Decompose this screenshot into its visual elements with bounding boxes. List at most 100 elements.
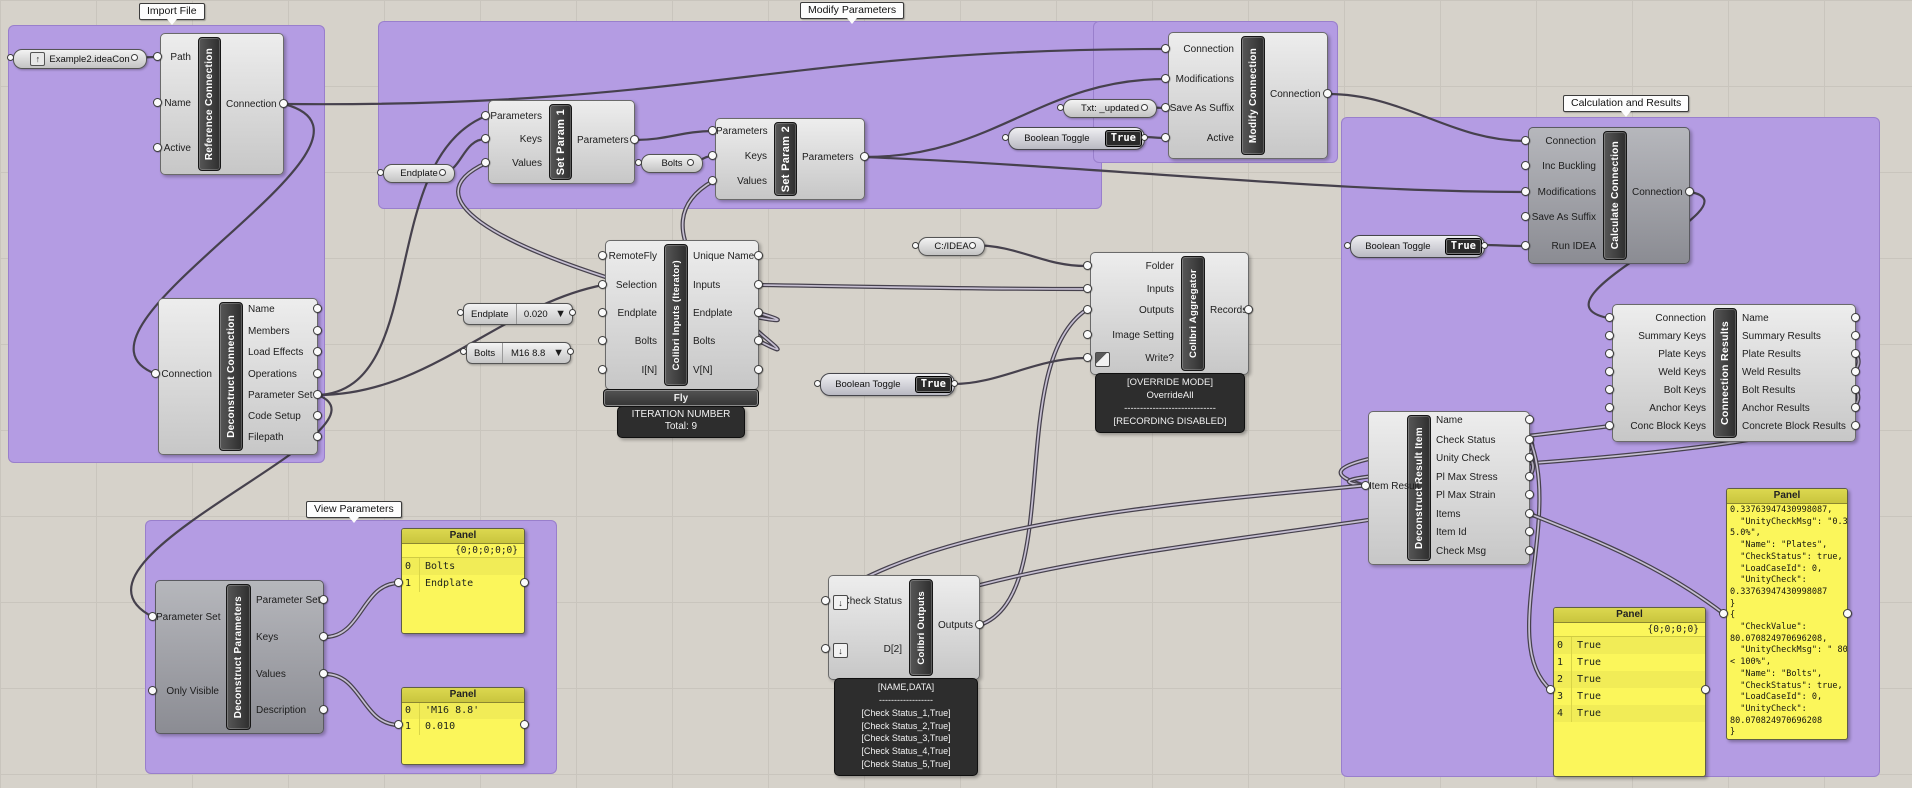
check-status-panel[interactable]: Panel{0;0;0;0}0True1True2True3True4True: [1553, 607, 1706, 777]
input-port-active[interactable]: [153, 143, 162, 152]
component-set-param-2[interactable]: Set Param 2ParametersKeysValuesParameter…: [715, 118, 865, 200]
input-port-name[interactable]: [153, 98, 162, 107]
wire[interactable]: [953, 358, 1086, 384]
input-port-connection[interactable]: [1605, 313, 1614, 322]
component-deconstruct-result-item[interactable]: Deconstruct Result ItemItem ResultNameCh…: [1368, 411, 1530, 565]
input-port-bolt-keys[interactable]: [1605, 385, 1614, 394]
keys-panel-port[interactable]: [394, 578, 403, 587]
output-port-plate-results[interactable]: [1851, 349, 1860, 358]
input-port-parameters[interactable]: [481, 111, 490, 120]
input-port-parameters[interactable]: [708, 126, 717, 135]
input-port-save-as-suffix[interactable]: [1161, 103, 1170, 112]
output-port-load-effects[interactable]: [313, 347, 322, 356]
check-status-panel-port[interactable]: [1546, 685, 1555, 694]
output-port-bolt-results[interactable]: [1851, 385, 1860, 394]
wire[interactable]: [980, 310, 1086, 625]
input-port-values[interactable]: [708, 176, 717, 185]
output-port-parameters[interactable]: [630, 135, 639, 144]
fly-button[interactable]: Fly: [603, 389, 759, 407]
output-port-values[interactable]: [319, 669, 328, 678]
input-port-weld-keys[interactable]: [1605, 367, 1614, 376]
component-deconstruct-parameters[interactable]: Deconstruct ParametersParameter SetOnly …: [155, 580, 324, 734]
toggle-run-idea[interactable]: Boolean ToggleTrue: [1350, 235, 1485, 258]
input-port-i-n-[interactable]: [598, 365, 607, 374]
output-port-operations[interactable]: [313, 369, 322, 378]
component-connection-results[interactable]: Connection ResultsConnectionSummary Keys…: [1612, 304, 1856, 442]
wire[interactable]: [1530, 514, 1724, 614]
output-port-weld-results[interactable]: [1851, 367, 1860, 376]
output-port-v-n-[interactable]: [754, 365, 763, 374]
output-port-filepath[interactable]: [313, 432, 322, 441]
input-port-values[interactable]: [481, 158, 490, 167]
component-colibri-aggregator[interactable]: Colibri AggregatorFolderInputsOutputsIma…: [1090, 252, 1249, 375]
output-port-inputs[interactable]: [754, 280, 763, 289]
wire[interactable]: [1328, 94, 1526, 141]
check-status-panel-port[interactable]: [1701, 685, 1710, 694]
input-port-write-[interactable]: [1083, 353, 1092, 362]
component-colibri-outputs[interactable]: Colibri OutputsCheck Status↓D[2]↓Outputs: [828, 575, 980, 680]
keys-panel-port[interactable]: [520, 578, 529, 587]
input-port-check-status[interactable]: [821, 596, 830, 605]
items-json-panel-port[interactable]: [1843, 609, 1852, 618]
output-port-name[interactable]: [1851, 313, 1860, 322]
input-port-inputs[interactable]: [1083, 284, 1092, 293]
output-port-outputs[interactable]: [975, 620, 984, 629]
output-port-parameters[interactable]: [860, 152, 869, 161]
output-port-unique-name[interactable]: [754, 251, 763, 260]
output-port-parameter-set[interactable]: [313, 390, 322, 399]
input-port-anchor-keys[interactable]: [1605, 403, 1614, 412]
input-port-image-setting[interactable]: [1083, 330, 1092, 339]
input-port-connection[interactable]: [1161, 44, 1170, 53]
output-port-name[interactable]: [1525, 415, 1534, 424]
toggle-run-idea-value[interactable]: True: [1445, 238, 1482, 255]
component-calculate-connection[interactable]: Calculate ConnectionConnectionInc Buckli…: [1528, 127, 1690, 264]
values-panel[interactable]: Panel0'M16 8.8'10.010: [401, 687, 525, 765]
input-port-save-as-suffix[interactable]: [1521, 212, 1530, 221]
output-port-check-msg[interactable]: [1525, 546, 1534, 555]
flatten-icon[interactable]: [1095, 352, 1110, 367]
wire[interactable]: [318, 285, 603, 395]
output-port-connection[interactable]: [1323, 89, 1332, 98]
input-port-path[interactable]: [153, 52, 162, 61]
down-icon[interactable]: ↓: [833, 595, 848, 610]
input-port-summary-keys[interactable]: [1605, 331, 1614, 340]
input-port-connection[interactable]: [1521, 136, 1530, 145]
output-port-items[interactable]: [1525, 509, 1534, 518]
down-icon[interactable]: ↓: [833, 643, 848, 658]
wire[interactable]: [865, 157, 1526, 192]
output-port-connection[interactable]: [1685, 187, 1694, 196]
grasshopper-canvas[interactable]: Import FileModify ParametersView Paramet…: [0, 0, 1912, 788]
input-port-outputs[interactable]: [1083, 305, 1092, 314]
output-port-keys[interactable]: [319, 632, 328, 641]
input-port-bolts[interactable]: [598, 336, 607, 345]
output-port-name[interactable]: [313, 304, 322, 313]
component-reference-connection[interactable]: Reference ConnectionPathNameActiveConnec…: [160, 33, 284, 175]
output-port-endplate[interactable]: [754, 308, 763, 317]
wire[interactable]: [635, 131, 713, 140]
toggle-write[interactable]: Boolean ToggleTrue: [820, 373, 955, 396]
input-port-inc-buckling[interactable]: [1521, 161, 1530, 170]
input-port-run-idea[interactable]: [1521, 241, 1530, 250]
input-port-d-2-[interactable]: [821, 644, 830, 653]
output-port-parameter-set[interactable]: [319, 595, 328, 604]
output-port-summary-results[interactable]: [1851, 331, 1860, 340]
input-port-item-result[interactable]: [1361, 481, 1370, 490]
input-port-modifications[interactable]: [1521, 187, 1530, 196]
output-port-description[interactable]: [319, 705, 328, 714]
output-port-members[interactable]: [313, 326, 322, 335]
input-port-parameter-set[interactable]: [148, 612, 157, 621]
items-json-panel[interactable]: Panel0.33763947430998087, "UnityCheckMsg…: [1726, 488, 1848, 740]
toggle-active[interactable]: Boolean ToggleTrue: [1008, 127, 1145, 150]
input-port-conc-block-keys[interactable]: [1605, 421, 1614, 430]
output-port-item-id[interactable]: [1525, 527, 1534, 536]
input-port-folder[interactable]: [1083, 261, 1092, 270]
input-port-selection[interactable]: [598, 280, 607, 289]
component-deconstruct-connection[interactable]: Deconstruct ConnectionConnectionNameMemb…: [158, 298, 318, 455]
endplate-value-list[interactable]: Endplate0.020▼: [463, 303, 573, 325]
input-port-modifications[interactable]: [1161, 74, 1170, 83]
output-port-concrete-block-results[interactable]: [1851, 421, 1860, 430]
toggle-write-value[interactable]: True: [915, 376, 952, 393]
values-panel-port[interactable]: [394, 720, 403, 729]
input-port-connection[interactable]: [151, 369, 160, 378]
output-port-check-status[interactable]: [1525, 435, 1534, 444]
